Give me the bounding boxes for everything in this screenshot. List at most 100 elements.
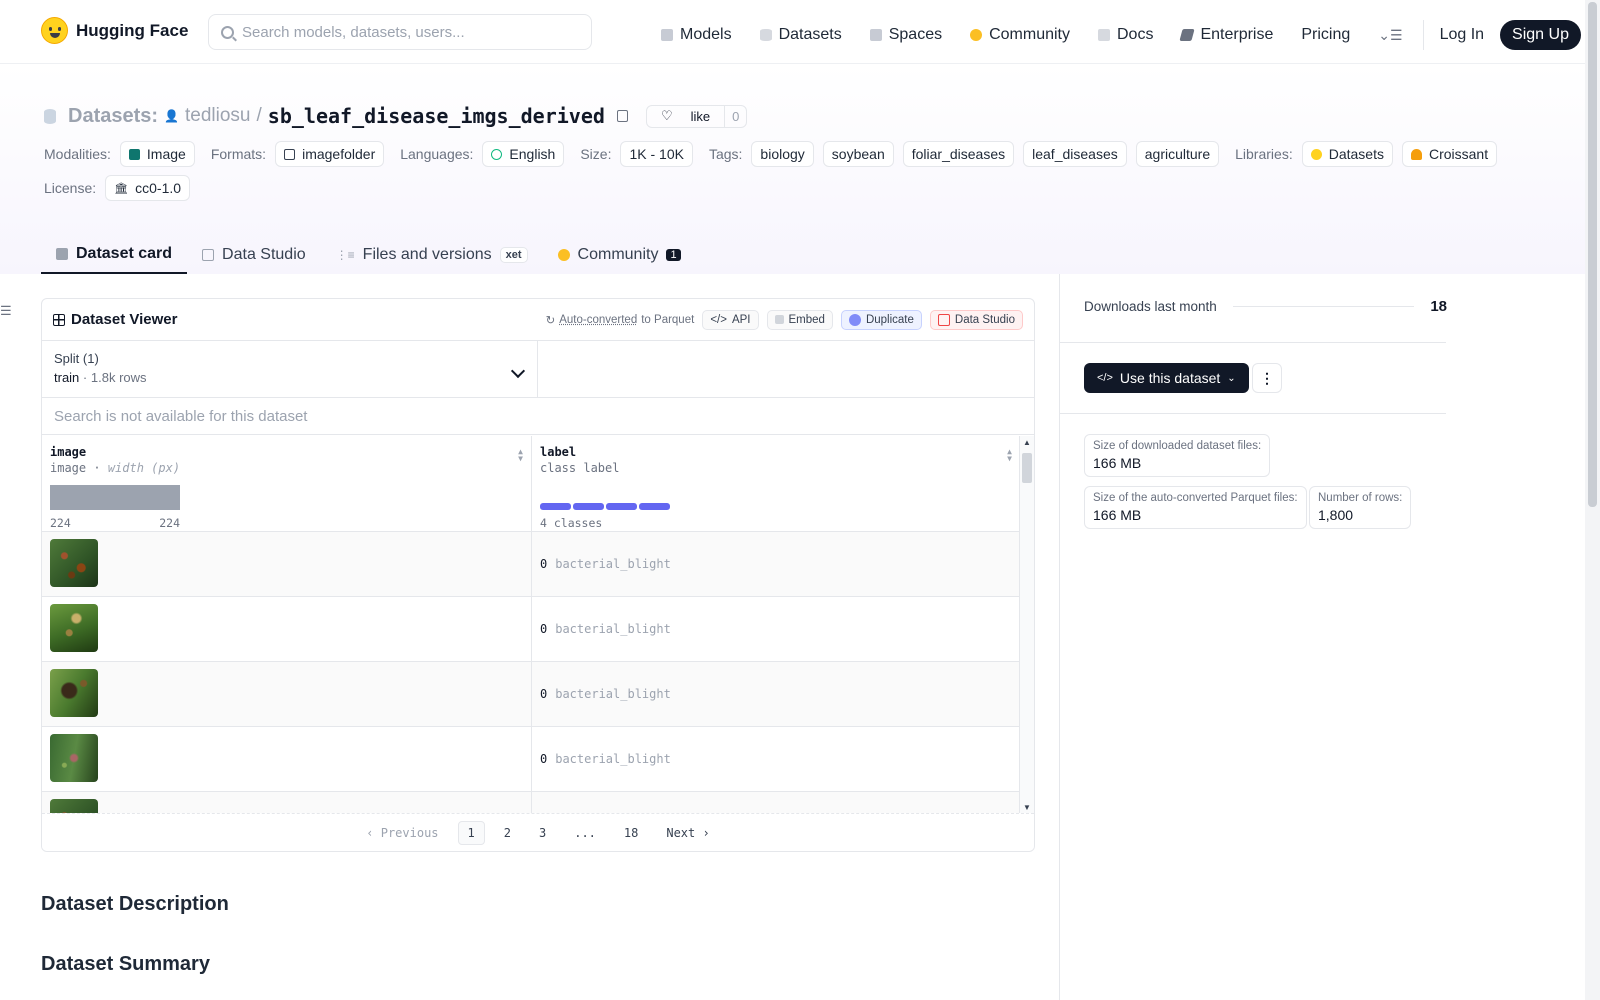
tag-chip[interactable]: biology: [751, 141, 814, 167]
split-rows: 1.8k rows: [90, 370, 147, 385]
tab-label: Community: [577, 245, 659, 263]
spaces-icon: [869, 29, 882, 41]
table-scrollbar[interactable]: ▲ ▼: [1019, 436, 1034, 814]
auto-converted-note[interactable]: ↻ Auto-converted to Parquet: [546, 313, 695, 327]
tag-chip[interactable]: foliar_diseases: [902, 141, 1015, 167]
previous-page-button[interactable]: ‹ Previous: [357, 822, 447, 844]
leaf-image-thumbnail[interactable]: [50, 669, 98, 717]
library-chip-datasets[interactable]: Datasets: [1301, 141, 1393, 167]
page-scrollbar[interactable]: [1585, 0, 1600, 1000]
nav-community[interactable]: Community: [970, 26, 1070, 44]
community-count-badge: 1: [666, 248, 681, 261]
tab-files-and-versions[interactable]: ⋮≡ Files and versions xet: [321, 235, 543, 274]
more-options-icon[interactable]: ⋮: [1252, 363, 1282, 393]
docs-icon: [1098, 29, 1110, 41]
label-cell: 0 bacterial_blight: [532, 662, 1020, 726]
modality-chip[interactable]: Image: [119, 141, 195, 167]
tag-chip[interactable]: agriculture: [1135, 141, 1220, 167]
nav-docs[interactable]: Docs: [1098, 26, 1153, 44]
license-chip[interactable]: 🏛 cc0-1.0: [105, 175, 191, 201]
scroll-down-icon[interactable]: ▼: [1023, 803, 1031, 812]
grid-icon: [53, 313, 65, 326]
sort-icon[interactable]: ▲ ▼: [1007, 448, 1012, 463]
languages-label: Languages:: [400, 146, 474, 162]
language-chip[interactable]: English: [482, 141, 565, 167]
label-id: 0: [540, 622, 548, 636]
login-link[interactable]: Log In: [1440, 26, 1484, 44]
tab-community[interactable]: Community 1: [543, 235, 696, 274]
like-button[interactable]: ♡ like 0: [645, 104, 748, 128]
nav-models[interactable]: Models: [661, 26, 732, 44]
files-icon: ⋮≡: [335, 247, 355, 262]
more-menu-icon[interactable]: ⌄☰: [1378, 27, 1402, 44]
table-row[interactable]: 0 bacterial_blight: [42, 727, 1020, 792]
page-18-button[interactable]: 18: [615, 822, 647, 844]
title-separator: /: [256, 105, 262, 126]
top-navigation: Hugging Face Search models, datasets, us…: [0, 0, 1585, 64]
library-chip-croissant[interactable]: Croissant: [1401, 141, 1498, 167]
data-studio-button[interactable]: Data Studio: [929, 309, 1023, 330]
page-scrollbar-thumb[interactable]: [1588, 2, 1597, 507]
search-input[interactable]: Search models, datasets, users...: [208, 14, 592, 50]
tag-chip[interactable]: leaf_diseases: [1023, 141, 1127, 167]
datasets-breadcrumb[interactable]: Datasets:: [68, 105, 158, 128]
dataset-summary-heading: Dataset Summary: [41, 953, 210, 975]
dataset-owner[interactable]: tedliosu: [185, 105, 251, 127]
toc-toggle-icon[interactable]: ☰: [0, 303, 12, 319]
split-selector-row: Split (1) train · 1.8k rows: [42, 341, 1034, 398]
tag-chip[interactable]: soybean: [822, 141, 894, 167]
nav-pricing[interactable]: Pricing: [1301, 26, 1350, 44]
button-label: API: [731, 313, 751, 326]
signup-button[interactable]: Sign Up: [1500, 20, 1581, 50]
divider: [1060, 342, 1446, 343]
dataset-tabs: Dataset card Data Studio ⋮≡ Files and ver…: [41, 235, 696, 274]
tab-dataset-card[interactable]: Dataset card: [41, 235, 188, 274]
search-icon: [221, 25, 234, 39]
table-row[interactable]: 0 bacterial_blight: [42, 532, 1020, 597]
nav-datasets[interactable]: Datasets: [759, 26, 842, 44]
size-chip[interactable]: 1K - 10K: [620, 141, 693, 167]
label-name: bacterial_blight: [555, 622, 671, 636]
image-cell: [42, 727, 532, 791]
split-selector[interactable]: Split (1) train · 1.8k rows: [42, 341, 538, 397]
class-segment[interactable]: [606, 503, 637, 510]
page-1-button[interactable]: 1: [457, 820, 485, 845]
next-page-button[interactable]: Next ›: [657, 822, 718, 844]
tab-data-studio[interactable]: Data Studio: [187, 235, 321, 274]
split-title: Split (1): [54, 351, 99, 366]
hugging-face-logo-icon: [41, 17, 68, 44]
page-2-button[interactable]: 2: [495, 822, 520, 844]
nav-enterprise[interactable]: Enterprise: [1179, 26, 1273, 44]
scrollbar-thumb[interactable]: [1022, 453, 1032, 483]
format-chip[interactable]: imagefolder: [275, 141, 385, 167]
sort-icon[interactable]: ▲ ▼: [518, 448, 523, 463]
leaf-image-thumbnail[interactable]: [50, 539, 98, 587]
duplicate-button[interactable]: Duplicate: [840, 309, 922, 330]
to-parquet-text: to Parquet: [641, 313, 695, 326]
leaf-image-thumbnail[interactable]: [50, 734, 98, 782]
column-label[interactable]: label class label ▲ ▼ 4 classes: [532, 436, 1020, 531]
copy-icon[interactable]: [616, 110, 628, 122]
table-row[interactable]: 0 bacterial_blight: [42, 597, 1020, 662]
brand-logo[interactable]: Hugging Face: [41, 17, 188, 44]
nav-spaces[interactable]: Spaces: [869, 26, 942, 44]
xet-badge: xet: [499, 246, 528, 263]
scroll-up-icon[interactable]: ▲: [1023, 438, 1031, 447]
stat-label: Number of rows:: [1318, 492, 1403, 504]
brand-name: Hugging Face: [76, 20, 189, 40]
hugging-face-icon: [1310, 148, 1322, 160]
use-this-dataset-button[interactable]: </> Use this dataset ⌄: [1084, 363, 1249, 393]
image-cell: [42, 662, 532, 726]
leaf-image-thumbnail[interactable]: [50, 604, 98, 652]
class-segment[interactable]: [573, 503, 604, 510]
api-button[interactable]: </> API: [702, 309, 759, 330]
like-label: like: [690, 108, 711, 124]
dataset-name[interactable]: sb_leaf_disease_imgs_derived: [268, 104, 605, 128]
page-3-button[interactable]: 3: [530, 822, 555, 844]
chip-label: Image: [146, 146, 186, 162]
class-segment[interactable]: [540, 503, 571, 510]
embed-button[interactable]: Embed: [766, 309, 833, 330]
class-segment[interactable]: [639, 503, 670, 510]
table-row[interactable]: 0 bacterial_blight: [42, 662, 1020, 727]
column-image[interactable]: image image · width (px) ▲ ▼ 224 224: [42, 436, 532, 531]
